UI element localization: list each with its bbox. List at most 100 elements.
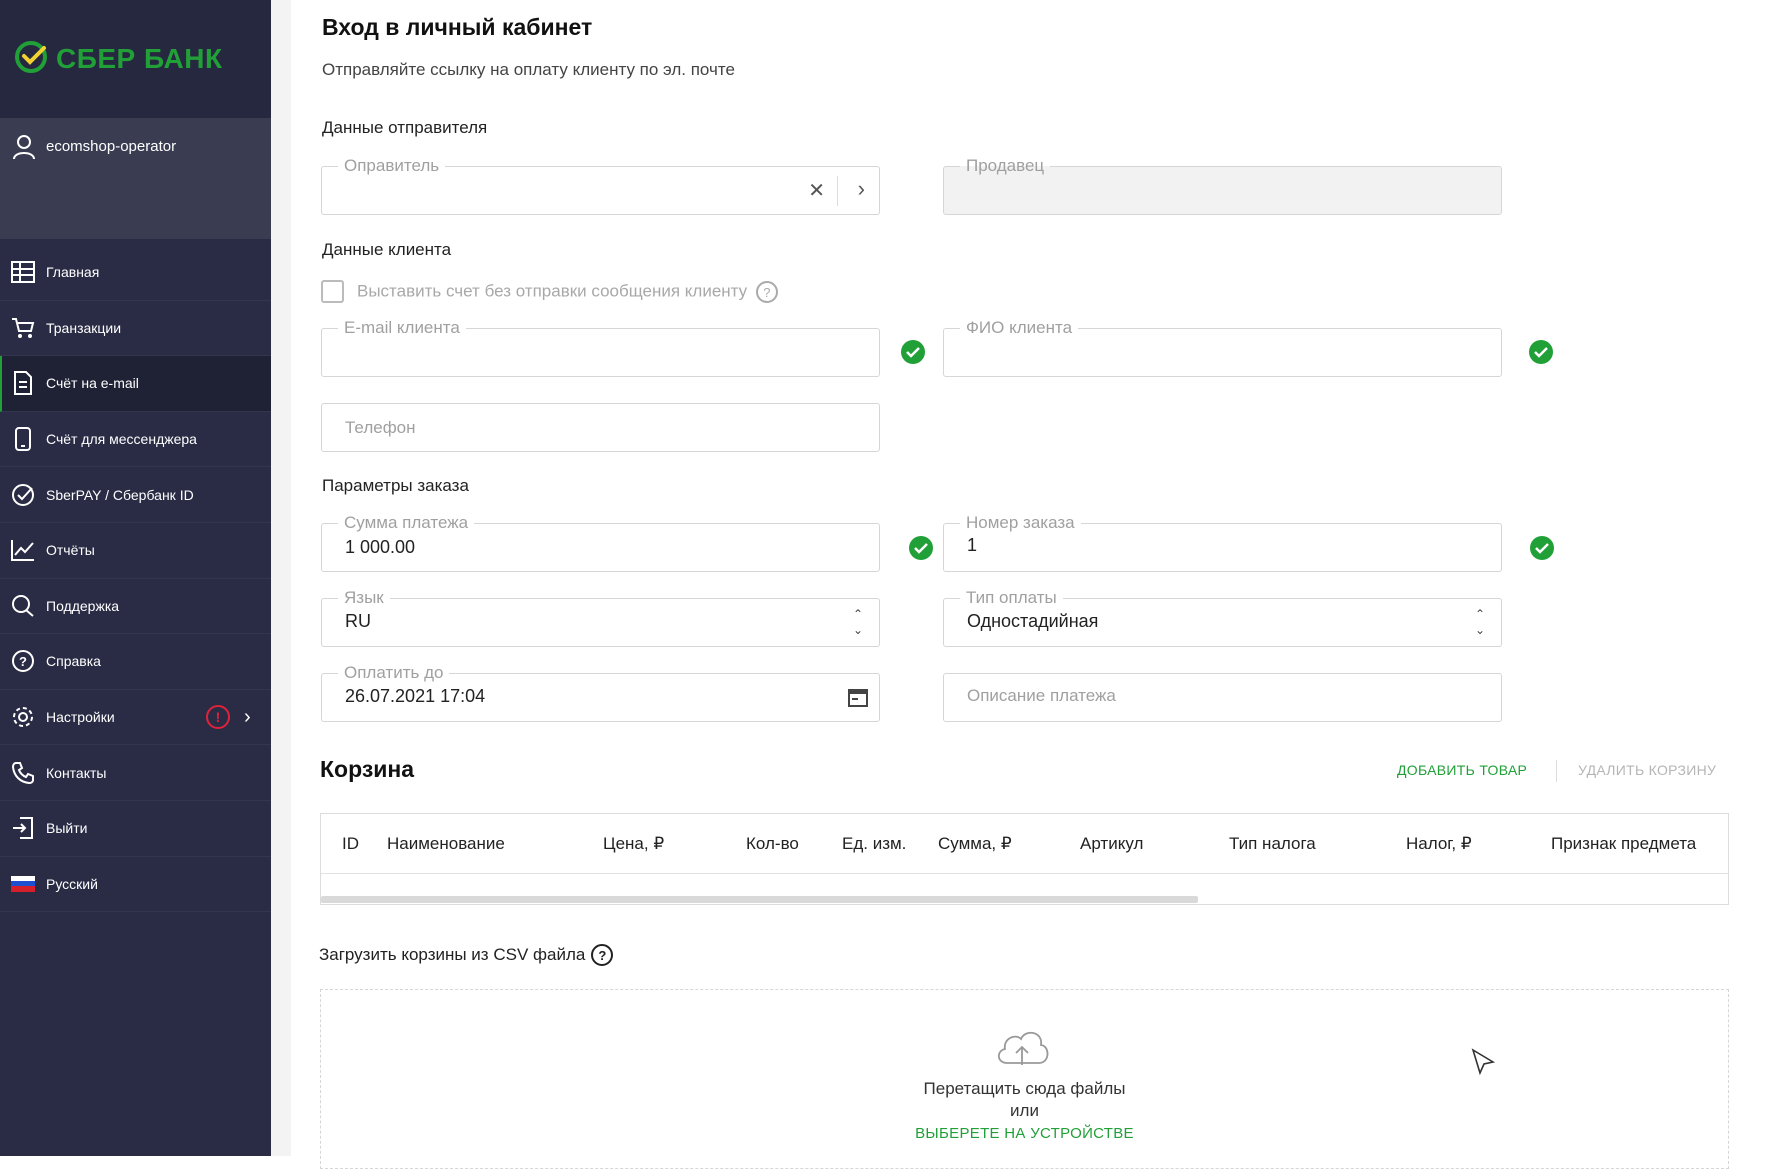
sidebar-item-label: Настройки — [46, 709, 115, 726]
pay-until-field[interactable]: Оплатить до 26.07.2021 17:04 — [321, 663, 880, 722]
no-message-label: Выставить счет без отправки сообщения кл… — [357, 281, 778, 303]
sender-field-label: Оправитель — [338, 156, 446, 176]
select-arrows-icon: ⌃ ⌄ — [1474, 607, 1485, 637]
phone-icon — [10, 426, 36, 452]
check-circle-icon — [1530, 536, 1554, 560]
sber-logo-icon — [14, 40, 48, 79]
delete-cart-button[interactable]: УДАЛИТЬ КОРЗИНУ — [1578, 762, 1716, 778]
client-name-label: ФИО клиента — [960, 318, 1079, 338]
sidebar-item-email-invoice[interactable]: Счёт на e-mail — [0, 356, 271, 412]
sber-check-icon — [10, 482, 36, 508]
column-header: Наименование — [387, 834, 505, 853]
cloud-upload-icon — [993, 1025, 1051, 1074]
russian-flag-icon — [10, 871, 36, 897]
column-header: Ед. изм. — [842, 834, 907, 853]
help-icon[interactable]: ? — [755, 281, 778, 303]
sidebar-gutter — [271, 0, 291, 1156]
payment-type-select[interactable]: Тип оплаты Одностадийная ⌃ ⌄ — [943, 588, 1502, 647]
sidebar-item-support[interactable]: Поддержка — [0, 579, 271, 635]
help-icon[interactable]: ? — [591, 944, 614, 966]
column-header: Кол-во — [746, 834, 799, 853]
sidebar-item-label: Справка — [46, 653, 101, 670]
calendar-icon[interactable] — [848, 687, 868, 712]
sender-section-title: Данные отправителя — [322, 118, 488, 137]
sidebar-item-transactions[interactable]: Транзакции — [0, 301, 271, 357]
brand-logo[interactable]: СБЕР БАНК — [0, 0, 271, 118]
client-name-field[interactable]: ФИО клиента — [943, 318, 1502, 377]
add-item-button[interactable]: ДОБАВИТЬ ТОВАР — [1397, 762, 1527, 778]
select-arrows-icon: ⌃ ⌄ — [852, 607, 863, 637]
cart-table: ID Наименование Цена, ₽ Кол-во Ед. изм. … — [320, 813, 1729, 905]
payment-description-field[interactable]: Описание платежа — [943, 673, 1502, 722]
sidebar-item-settings[interactable]: Настройки ! › — [0, 690, 271, 746]
column-header: Цена, ₽ — [603, 834, 665, 853]
sidebar: СБЕР БАНК ecomshop-operator Главная Тран… — [0, 0, 271, 1156]
chat-icon — [10, 593, 36, 619]
seller-field: Продавец — [943, 156, 1502, 215]
payment-type-label: Тип оплаты — [960, 588, 1063, 608]
sidebar-item-home[interactable]: Главная — [0, 245, 271, 301]
sidebar-item-label: Отчёты — [46, 542, 95, 559]
client-phone-placeholder: Телефон — [345, 418, 416, 437]
chevron-right-icon[interactable]: › — [858, 176, 865, 202]
user-icon — [12, 134, 36, 164]
sender-field[interactable]: Оправитель ✕ › — [321, 156, 880, 215]
payment-description-placeholder: Описание платежа — [967, 686, 1116, 705]
pay-until-label: Оплатить до — [338, 663, 450, 683]
client-email-field[interactable]: E-mail клиента — [321, 318, 880, 377]
order-number-field[interactable]: Номер заказа 1 — [943, 513, 1502, 572]
sidebar-item-label: Главная — [46, 264, 100, 281]
sidebar-item-sberpay[interactable]: SberPAY / Сбербанк ID — [0, 467, 271, 523]
warning-icon: ! — [206, 705, 230, 730]
sidebar-item-label: Транзакции — [46, 319, 122, 336]
main-content: Вход в личный кабинет Отправляйте ссылку… — [291, 0, 1791, 1169]
drop-or-text: или — [1010, 1101, 1039, 1120]
horizontal-scrollbar[interactable] — [321, 896, 1198, 903]
choose-file-link[interactable]: ВЫБЕРЕТЕ НА УСТРОЙСТВЕ — [321, 1125, 1728, 1142]
client-email-label: E-mail клиента — [338, 318, 466, 338]
no-message-checkbox[interactable] — [321, 280, 344, 303]
help-icon: ? — [10, 648, 36, 674]
chevron-right-icon[interactable]: › — [244, 706, 251, 729]
user-name: ecomshop-operator — [46, 138, 177, 155]
close-icon[interactable]: ✕ — [808, 178, 825, 203]
chart-icon — [10, 537, 36, 563]
check-circle-icon — [901, 340, 925, 364]
pay-until-value: 26.07.2021 17:04 — [345, 686, 486, 706]
amount-field[interactable]: Сумма платежа 1 000.00 — [321, 513, 880, 572]
sidebar-item-contacts[interactable]: Контакты — [0, 745, 271, 801]
amount-label: Сумма платежа — [338, 513, 475, 533]
sidebar-item-label: Поддержка — [46, 597, 120, 614]
sidebar-item-label: Контакты — [46, 764, 107, 781]
sidebar-item-label: SberPAY / Сбербанк ID — [46, 486, 194, 503]
column-header: Артикул — [1080, 834, 1144, 853]
logout-icon — [10, 815, 36, 841]
sidebar-item-label: Русский — [46, 875, 98, 892]
page-subtitle: Отправляйте ссылку на оплату клиенту по … — [322, 60, 735, 79]
phone-handset-icon — [10, 760, 36, 786]
payment-type-value: Одностадийная — [967, 611, 1099, 631]
client-section-title: Данные клиента — [322, 240, 452, 259]
order-number-value: 1 — [967, 535, 978, 555]
table-icon — [10, 259, 36, 285]
cart-actions-divider — [1556, 760, 1557, 782]
sidebar-item-help[interactable]: ? Справка — [0, 634, 271, 690]
user-panel[interactable]: ecomshop-operator — [0, 118, 271, 239]
csv-upload-title: Загрузить корзины из CSV файла ? — [319, 944, 614, 966]
sidebar-item-logout[interactable]: Выйти — [0, 801, 271, 857]
file-dropzone[interactable]: Перетащить сюда файлы или ВЫБЕРЕТЕ НА УС… — [320, 989, 1729, 1169]
svg-text:?: ? — [19, 654, 27, 669]
sidebar-item-messenger-invoice[interactable]: Счёт для мессенджера — [0, 412, 271, 468]
check-circle-icon — [909, 536, 933, 560]
language-select[interactable]: Язык RU ⌃ ⌄ — [321, 588, 880, 647]
sidebar-item-label: Счёт на e-mail — [46, 375, 139, 392]
seller-field-label: Продавец — [960, 156, 1051, 176]
client-phone-field[interactable]: Телефон — [321, 403, 880, 452]
sidebar-item-reports[interactable]: Отчёты — [0, 523, 271, 579]
brand-name: СБЕР БАНК — [56, 43, 223, 74]
cart-table-header: ID Наименование Цена, ₽ Кол-во Ед. изм. … — [321, 814, 1728, 874]
column-header: Налог, ₽ — [1406, 834, 1472, 853]
column-header: Признак предмета — [1551, 834, 1697, 853]
cart-title: Корзина — [320, 756, 415, 782]
sidebar-item-language[interactable]: Русский — [0, 857, 271, 913]
